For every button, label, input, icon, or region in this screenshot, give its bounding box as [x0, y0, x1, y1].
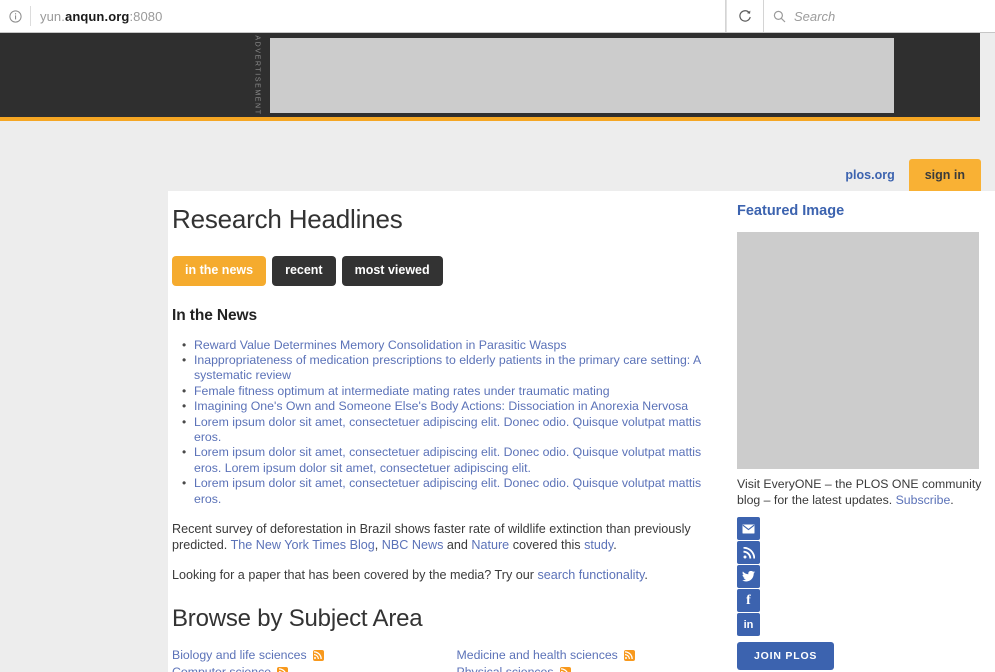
page-title: Research Headlines — [172, 204, 403, 234]
linkedin-icon[interactable]: in — [737, 613, 760, 636]
paragraph-text: covered this — [509, 537, 585, 552]
caption-text: . — [950, 492, 954, 507]
rss-icon[interactable] — [277, 666, 289, 672]
nature-link[interactable]: Nature — [471, 538, 509, 552]
paragraph-text: Looking for a paper that has been covere… — [172, 567, 538, 582]
browser-toolbar: yun.anqun.org:8080 Search — [0, 0, 995, 33]
paragraph-text: . — [644, 567, 648, 582]
subject-column-left: Biology and life sciences Computer scien… — [172, 647, 447, 672]
page-body: ADVERTISEMENT plos.org sign in Research … — [0, 33, 995, 672]
tab-recent[interactable]: recent — [272, 256, 336, 286]
advertisement-creative[interactable] — [270, 38, 894, 113]
media-search-paragraph: Looking for a paper that has been covere… — [172, 567, 721, 583]
browser-search-bar[interactable]: Search — [763, 0, 995, 32]
sidebar-column: Featured Image Visit EveryONE – the PLOS… — [733, 191, 995, 672]
subject-item-computer-science[interactable]: Computer science — [172, 664, 447, 672]
paragraph-text: , — [374, 537, 382, 552]
tab-in-the-news[interactable]: in the news — [172, 256, 267, 286]
subject-label: Computer science — [172, 664, 272, 672]
facebook-icon[interactable]: f — [737, 589, 760, 612]
url-port: :8080 — [129, 8, 163, 24]
subscribe-link[interactable]: Subscribe — [896, 493, 951, 507]
advertisement-banner: ADVERTISEMENT — [0, 33, 980, 121]
subject-area-grid: Biology and life sciences Computer scien… — [172, 647, 721, 672]
list-item[interactable]: Lorem ipsum dolor sit amet, consectetuer… — [182, 415, 721, 446]
rss-icon[interactable] — [623, 649, 635, 661]
featured-image-placeholder[interactable] — [737, 232, 979, 469]
rss-icon[interactable] — [737, 541, 760, 564]
url-prefix: yun. — [40, 8, 65, 24]
list-item[interactable]: Inappropriateness of medication prescrip… — [182, 353, 721, 384]
social-links: f in — [737, 517, 760, 636]
paragraph-text: and — [443, 537, 472, 552]
list-item[interactable]: Reward Value Determines Memory Consolida… — [182, 338, 721, 354]
url-host: anqun.org — [64, 8, 130, 24]
featured-image-caption: Visit EveryONE – the PLOS ONE community … — [737, 477, 985, 508]
address-bar[interactable]: yun.anqun.org:8080 — [0, 0, 726, 32]
subject-item-physical-sciences[interactable]: Physical sciences — [457, 664, 722, 672]
featured-image-heading: Featured Image — [737, 203, 845, 219]
nbc-news-link[interactable]: NBC News — [382, 538, 444, 552]
rss-icon[interactable] — [559, 666, 571, 672]
reload-icon[interactable] — [726, 0, 763, 32]
email-icon[interactable] — [737, 517, 760, 540]
subject-label: Biology and life sciences — [172, 647, 307, 662]
list-item[interactable]: Imagining One's Own and Someone Else's B… — [182, 399, 721, 415]
list-item[interactable]: Lorem ipsum dolor sit amet, consectetuer… — [182, 445, 721, 476]
subject-column-right: Medicine and health sciences Physical sc… — [447, 647, 722, 672]
utility-nav: plos.org sign in — [0, 159, 995, 191]
info-icon[interactable] — [0, 9, 30, 23]
plos-org-link[interactable]: plos.org — [831, 159, 908, 191]
headline-list: Reward Value Determines Memory Consolida… — [172, 338, 721, 507]
paragraph-text: . — [613, 537, 617, 552]
tab-most-viewed[interactable]: most viewed — [341, 256, 443, 286]
search-input-placeholder[interactable]: Search — [794, 9, 835, 24]
subject-label: Physical sciences — [456, 664, 554, 672]
main-column: Research Headlines in the news recent mo… — [168, 191, 733, 672]
advertisement-label-text: ADVERTISEMENT — [253, 34, 261, 116]
headline-tabs: in the news recent most viewed — [172, 256, 721, 286]
section-heading-in-the-news: In the News — [172, 306, 258, 324]
subject-item-medicine[interactable]: Medicine and health sciences — [457, 647, 722, 664]
subject-item-biology[interactable]: Biology and life sciences — [172, 647, 447, 664]
list-item[interactable]: Female fitness optimum at intermediate m… — [182, 384, 721, 400]
join-plos-button[interactable]: JOIN PLOS — [737, 642, 835, 670]
content-container: Research Headlines in the news recent mo… — [168, 191, 995, 672]
search-functionality-link[interactable]: search functionality — [537, 568, 644, 582]
deforestation-paragraph: Recent survey of deforestation in Brazil… — [172, 521, 721, 553]
advertisement-label: ADVERTISEMENT — [246, 33, 268, 117]
sign-in-button[interactable]: sign in — [908, 159, 981, 191]
study-link[interactable]: study — [584, 538, 613, 552]
nyt-blog-link[interactable]: The New York Times Blog — [231, 538, 375, 552]
search-icon — [764, 10, 794, 23]
subject-label: Medicine and health sciences — [456, 647, 618, 662]
browse-by-subject-area-heading: Browse by Subject Area — [172, 604, 423, 632]
rss-icon[interactable] — [312, 649, 324, 661]
twitter-icon[interactable] — [737, 565, 760, 588]
list-item[interactable]: Lorem ipsum dolor sit amet, consectetuer… — [182, 476, 721, 507]
url-text: yun.anqun.org:8080 — [31, 9, 162, 24]
